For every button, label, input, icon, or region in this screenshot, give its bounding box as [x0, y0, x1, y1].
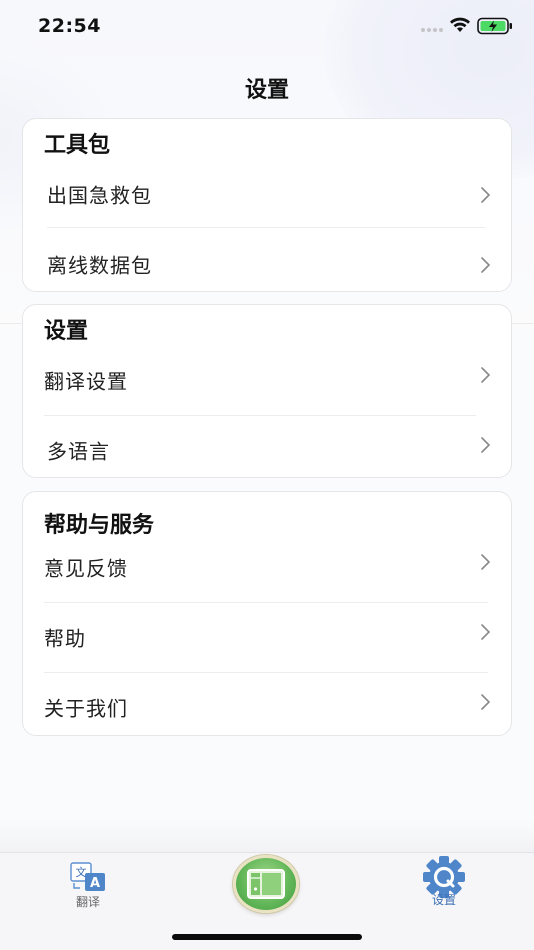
toolkit-card: 工具包 出国急救包 离线数据包 — [22, 118, 512, 292]
settings-card: 设置 翻译设置 多语言 — [22, 304, 512, 478]
list-item-label: 帮助 — [44, 626, 86, 651]
chevron-right-icon — [481, 257, 491, 273]
list-item-feedback[interactable]: 意见反馈 — [23, 532, 513, 602]
list-item-help[interactable]: 帮助 — [23, 602, 513, 672]
list-item-about-us[interactable]: 关于我们 — [23, 672, 513, 742]
cellular-signal-icon — [421, 28, 443, 32]
translate-icon: 文 A — [70, 862, 105, 891]
status-time: 22:54 — [38, 15, 101, 37]
list-item-label: 出国急救包 — [47, 183, 152, 208]
battery-charging-icon — [477, 17, 512, 35]
list-item-multi-language[interactable]: 多语言 — [23, 415, 513, 485]
section-title-toolkit: 工具包 — [44, 133, 111, 158]
chevron-right-icon — [481, 694, 491, 710]
tab-translate[interactable]: 文 A 翻译 — [62, 861, 114, 910]
svg-text:文: 文 — [76, 865, 87, 879]
tab-settings[interactable]: 设置 — [414, 855, 474, 908]
tab-label: 设置 — [431, 893, 456, 907]
list-item-emergency-kit[interactable]: 出国急救包 — [23, 159, 513, 229]
list-item-label: 翻译设置 — [44, 369, 128, 394]
scan-center-icon — [247, 869, 285, 899]
home-indicator — [172, 934, 362, 940]
wifi-icon — [450, 17, 470, 32]
status-bar: 22:54 — [0, 0, 534, 52]
tab-label: 翻译 — [75, 895, 100, 909]
section-title-settings: 设置 — [44, 319, 89, 344]
tab-bar-shadow — [0, 820, 534, 852]
chevron-right-icon — [481, 554, 491, 570]
list-item-offline-data[interactable]: 离线数据包 — [23, 229, 513, 299]
chevron-right-icon — [481, 187, 491, 203]
row-divider — [47, 227, 485, 228]
list-item-translate-settings[interactable]: 翻译设置 — [23, 345, 513, 415]
chevron-right-icon — [481, 624, 491, 640]
list-item-label: 多语言 — [47, 439, 110, 464]
list-item-label: 关于我们 — [44, 696, 128, 721]
chevron-right-icon — [481, 437, 491, 453]
help-service-card: 帮助与服务 意见反馈 帮助 关于我们 — [22, 491, 512, 736]
center-scan-button[interactable] — [233, 855, 299, 913]
list-item-label: 意见反馈 — [44, 556, 128, 581]
chevron-right-icon — [481, 367, 491, 383]
svg-text:A: A — [90, 876, 100, 891]
list-item-label: 离线数据包 — [47, 253, 152, 278]
page-title: 设置 — [244, 78, 289, 103]
